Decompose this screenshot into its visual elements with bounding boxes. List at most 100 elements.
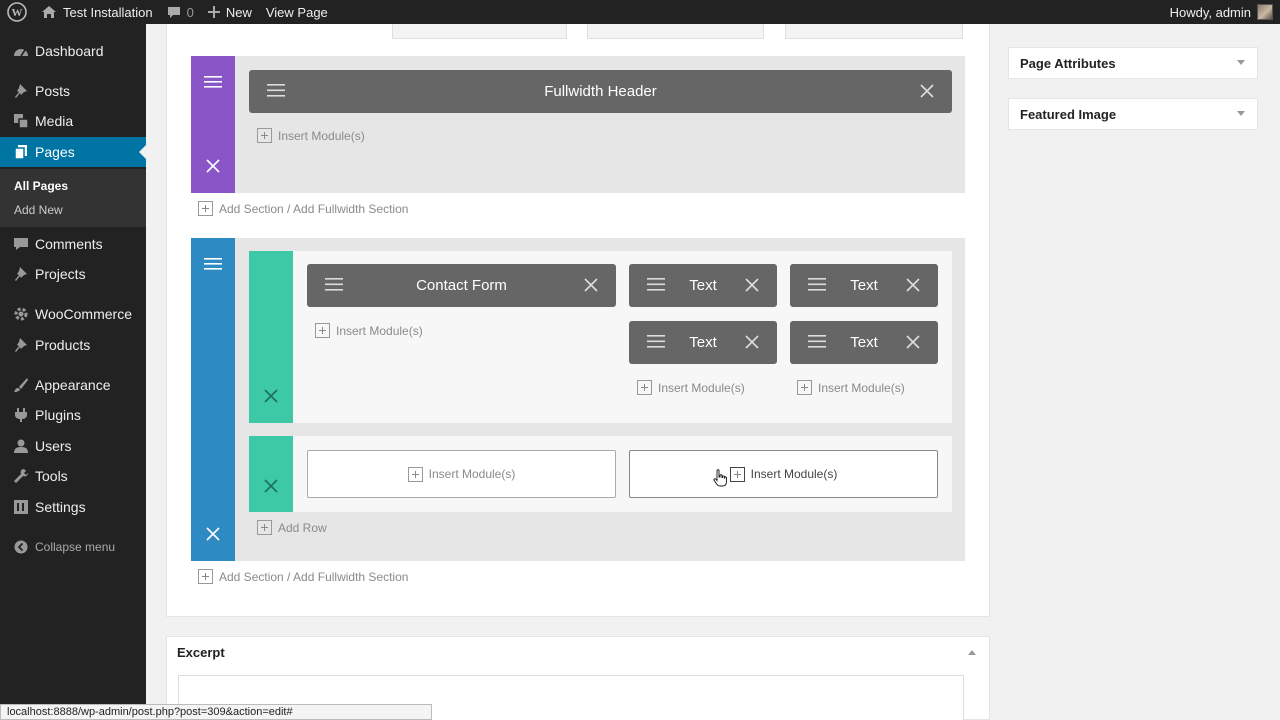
close-icon[interactable] — [920, 84, 934, 98]
builder-tab[interactable] — [785, 24, 963, 39]
sidebar-item-dashboard[interactable]: Dashboard — [0, 36, 146, 66]
admin-sidebar: Dashboard Posts Media Pages All Pages Ad… — [0, 24, 146, 720]
insert-module-button[interactable]: Insert Module(s) — [729, 466, 837, 482]
module-fullwidth-header[interactable]: Fullwidth Header — [249, 70, 952, 113]
delete-row-icon[interactable] — [263, 388, 279, 404]
drag-handle-icon[interactable] — [647, 335, 665, 348]
wordpress-logo-icon[interactable]: W — [0, 0, 34, 24]
close-icon[interactable] — [906, 335, 920, 349]
module-text[interactable]: Text — [790, 321, 938, 364]
chevron-down-icon[interactable] — [1237, 111, 1245, 116]
row: Insert Module(s) Insert Module(s) — [249, 436, 952, 512]
my-account-link[interactable]: Howdy, admin — [1163, 0, 1280, 24]
insert-module-button[interactable]: Insert Module(s) — [257, 128, 365, 143]
delete-section-icon[interactable] — [205, 526, 221, 542]
close-icon[interactable] — [745, 335, 759, 349]
page-attributes-box[interactable]: Page Attributes — [1008, 47, 1258, 79]
settings-icon — [12, 498, 30, 516]
submenu-add-new[interactable]: Add New — [14, 203, 63, 217]
insert-module-label: Insert Module(s) — [336, 323, 423, 338]
sidebar-item-label: Posts — [35, 83, 71, 99]
plus-box-icon — [407, 466, 423, 482]
greeting: Howdy, admin — [1169, 4, 1251, 20]
delete-row-icon[interactable] — [263, 478, 279, 494]
sidebar-item-label: Users — [35, 438, 72, 454]
new-content-link[interactable]: New — [201, 0, 259, 24]
plus-box-icon — [198, 201, 213, 216]
row: Contact Form Insert Module(s) Text Text … — [249, 251, 952, 423]
close-icon[interactable] — [906, 278, 920, 292]
builder-tab[interactable] — [587, 24, 764, 39]
chevron-up-icon[interactable] — [968, 650, 976, 655]
sidebar-item-comments[interactable]: Comments — [0, 229, 146, 259]
sidebar-item-tools[interactable]: Tools — [0, 461, 146, 491]
add-row-button[interactable]: Add Row — [257, 520, 327, 535]
insert-module-button[interactable]: Insert Module(s) — [407, 466, 515, 482]
pages-submenu: All Pages Add New — [0, 169, 146, 227]
collapse-icon — [12, 538, 30, 556]
sidebar-item-woocommerce[interactable]: WooCommerce — [0, 299, 146, 329]
svg-text:W: W — [12, 7, 23, 19]
sidebar-item-projects[interactable]: Projects — [0, 259, 146, 289]
featured-image-box[interactable]: Featured Image — [1008, 98, 1258, 130]
plus-box-icon — [637, 380, 652, 395]
sidebar-item-label: Appearance — [35, 377, 111, 393]
users-icon — [12, 437, 30, 455]
module-text[interactable]: Text — [629, 264, 777, 307]
drag-handle-icon[interactable] — [203, 74, 223, 90]
section-handle[interactable] — [191, 238, 235, 561]
insert-module-label: Insert Module(s) — [818, 380, 905, 395]
module-text[interactable]: Text — [790, 264, 938, 307]
plus-box-icon — [257, 520, 272, 535]
sidebar-item-posts[interactable]: Posts — [0, 76, 146, 106]
view-page-link[interactable]: View Page — [259, 0, 335, 24]
insert-module-button[interactable]: Insert Module(s) — [637, 380, 745, 395]
comments-link[interactable]: 0 — [160, 0, 201, 24]
plus-box-icon — [797, 380, 812, 395]
submenu-all-pages[interactable]: All Pages — [14, 179, 68, 193]
sidebar-item-label: Pages — [35, 144, 75, 160]
brush-icon — [12, 376, 30, 394]
sidebar-item-users[interactable]: Users — [0, 431, 146, 461]
sidebar-item-appearance[interactable]: Appearance — [0, 370, 146, 400]
module-title: Text — [850, 334, 878, 351]
builder-tab[interactable] — [392, 24, 567, 39]
drag-handle-icon[interactable] — [203, 256, 223, 272]
empty-column[interactable]: Insert Module(s) — [629, 450, 938, 498]
add-section-button[interactable]: Add Section / Add Fullwidth Section — [198, 201, 408, 216]
site-name-link[interactable]: Test Installation — [34, 0, 160, 24]
sidebar-item-products[interactable]: Products — [0, 330, 146, 360]
chevron-down-icon[interactable] — [1237, 60, 1245, 65]
row-handle[interactable] — [249, 436, 293, 512]
sidebar-item-label: Settings — [35, 499, 86, 515]
sidebar-item-label: Products — [35, 337, 91, 353]
module-title: Text — [850, 277, 878, 294]
module-title: Text — [689, 277, 717, 294]
close-icon[interactable] — [745, 278, 759, 292]
sidebar-item-settings[interactable]: Settings — [0, 492, 146, 522]
delete-section-icon[interactable] — [205, 158, 221, 174]
sidebar-item-media[interactable]: Media — [0, 106, 146, 136]
insert-module-button[interactable]: Insert Module(s) — [315, 323, 423, 338]
empty-column[interactable]: Insert Module(s) — [307, 450, 616, 498]
gear-icon — [12, 305, 30, 323]
module-contact-form[interactable]: Contact Form — [307, 264, 616, 307]
drag-handle-icon[interactable] — [325, 278, 343, 291]
insert-module-button[interactable]: Insert Module(s) — [797, 380, 905, 395]
wrench-icon — [12, 467, 30, 485]
sidebar-item-pages[interactable]: Pages — [0, 137, 146, 167]
add-section-button[interactable]: Add Section / Add Fullwidth Section — [198, 569, 408, 584]
drag-handle-icon[interactable] — [808, 278, 826, 291]
new-label: New — [225, 4, 252, 20]
plus-box-icon — [257, 128, 272, 143]
module-text[interactable]: Text — [629, 321, 777, 364]
module-title: Fullwidth Header — [544, 83, 657, 100]
comment-bubble-icon — [167, 6, 180, 18]
drag-handle-icon[interactable] — [647, 278, 665, 291]
drag-handle-icon[interactable] — [267, 84, 285, 97]
close-icon[interactable] — [584, 278, 598, 292]
collapse-menu-button[interactable]: Collapse menu — [0, 532, 146, 562]
sidebar-item-plugins[interactable]: Plugins — [0, 400, 146, 430]
view-page-label: View Page — [265, 4, 328, 20]
drag-handle-icon[interactable] — [808, 335, 826, 348]
